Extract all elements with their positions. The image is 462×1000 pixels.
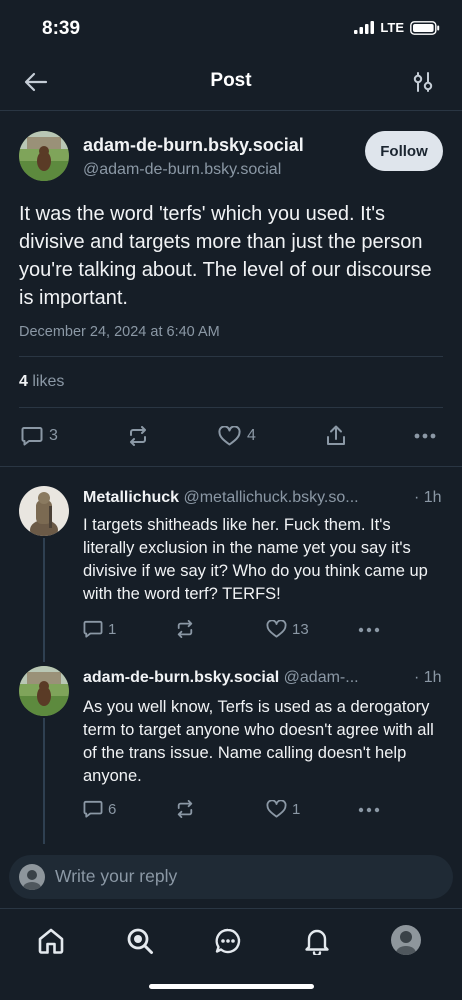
post-divider [0,466,462,467]
network-label: LTE [380,20,404,35]
status-time: 8:39 [42,18,81,39]
reply-avatar[interactable] [19,486,69,536]
repost-icon [130,426,146,446]
reply-time: · 1h [414,489,442,506]
more-icon [414,433,436,439]
reply-action[interactable]: 1 [83,620,116,638]
reply-author-handle: @adam-... [283,669,359,686]
tab-chat[interactable] [209,923,247,959]
repost-action[interactable] [127,426,149,446]
filter-sliders-icon [413,72,433,92]
reply-author[interactable]: adam-de-burn.bsky.social @adam-... [83,669,359,687]
reply-author-handle: @metallichuck.bsky.so... [183,489,359,506]
thread-line [43,718,45,844]
status-indicators: LTE [354,20,440,35]
bell-icon [305,929,329,955]
reply-count: 6 [108,800,117,818]
heart-icon [218,426,241,446]
likes-count: 4 [19,373,28,390]
home-icon [38,928,64,954]
signal-icon [354,21,375,34]
author-name[interactable]: adam-de-burn.bsky.social [83,135,304,156]
thread-line [43,538,45,662]
reply-time: · 1h [414,669,442,686]
like-count: 1 [292,800,301,818]
reply-avatar[interactable] [19,666,69,716]
chat-icon [215,928,241,954]
likes-summary[interactable]: 4 likes [19,373,64,391]
reply-icon [83,620,103,638]
tab-profile[interactable] [391,925,421,955]
tab-search[interactable] [121,923,159,959]
reply-text: As you well know, Terfs is used as a der… [83,698,434,785]
page-title: Post [210,70,252,91]
author-handle[interactable]: @adam-de-burn.bsky.social [83,161,281,179]
reply-author-name: adam-de-burn.bsky.social [83,669,280,686]
tab-notifications[interactable] [298,923,336,959]
reply-count: 3 [49,427,58,444]
share-icon [327,425,345,445]
thread-settings-button[interactable] [406,66,440,98]
like-count: 4 [247,427,256,444]
heart-icon [266,800,287,818]
more-action[interactable] [414,433,436,439]
header-divider [0,110,462,111]
heart-icon [266,620,287,638]
search-icon [127,928,153,954]
like-action[interactable]: 4 [218,426,256,446]
reply-icon [21,427,43,446]
stats-divider-top [19,356,443,357]
like-action[interactable]: 1 [266,800,300,818]
follow-button[interactable]: Follow [365,131,443,171]
reply-text: I targets shitheads like her. Fuck them.… [83,516,428,603]
home-indicator [149,984,314,989]
my-avatar [19,864,45,890]
reply-input-placeholder[interactable]: Write your reply [55,866,177,887]
reply-author[interactable]: Metallichuck @metallichuck.bsky.so... [83,489,359,507]
author-avatar[interactable] [19,131,69,181]
more-action[interactable] [358,807,380,813]
like-count: 13 [292,620,309,638]
stats-divider-bottom [19,407,443,408]
reply-author-name: Metallichuck [83,489,180,506]
tab-home[interactable] [32,923,70,959]
repost-action[interactable] [175,620,195,638]
repost-icon [177,800,193,818]
like-action[interactable]: 13 [266,620,309,638]
more-icon [358,627,380,633]
more-icon [358,807,380,813]
reply-action[interactable]: 3 [21,426,58,446]
reply-icon [83,800,103,818]
battery-icon [410,20,440,35]
post-text: It was the word 'terfs' which you used. … [19,203,432,309]
repost-action[interactable] [175,800,195,818]
repost-icon [177,620,193,638]
likes-label: likes [32,373,65,390]
more-action[interactable] [358,627,380,633]
reply-action[interactable]: 6 [83,800,116,818]
post-date: December 24, 2024 at 6:40 AM [19,324,220,340]
share-action[interactable] [326,425,346,446]
reply-count: 1 [108,620,117,638]
